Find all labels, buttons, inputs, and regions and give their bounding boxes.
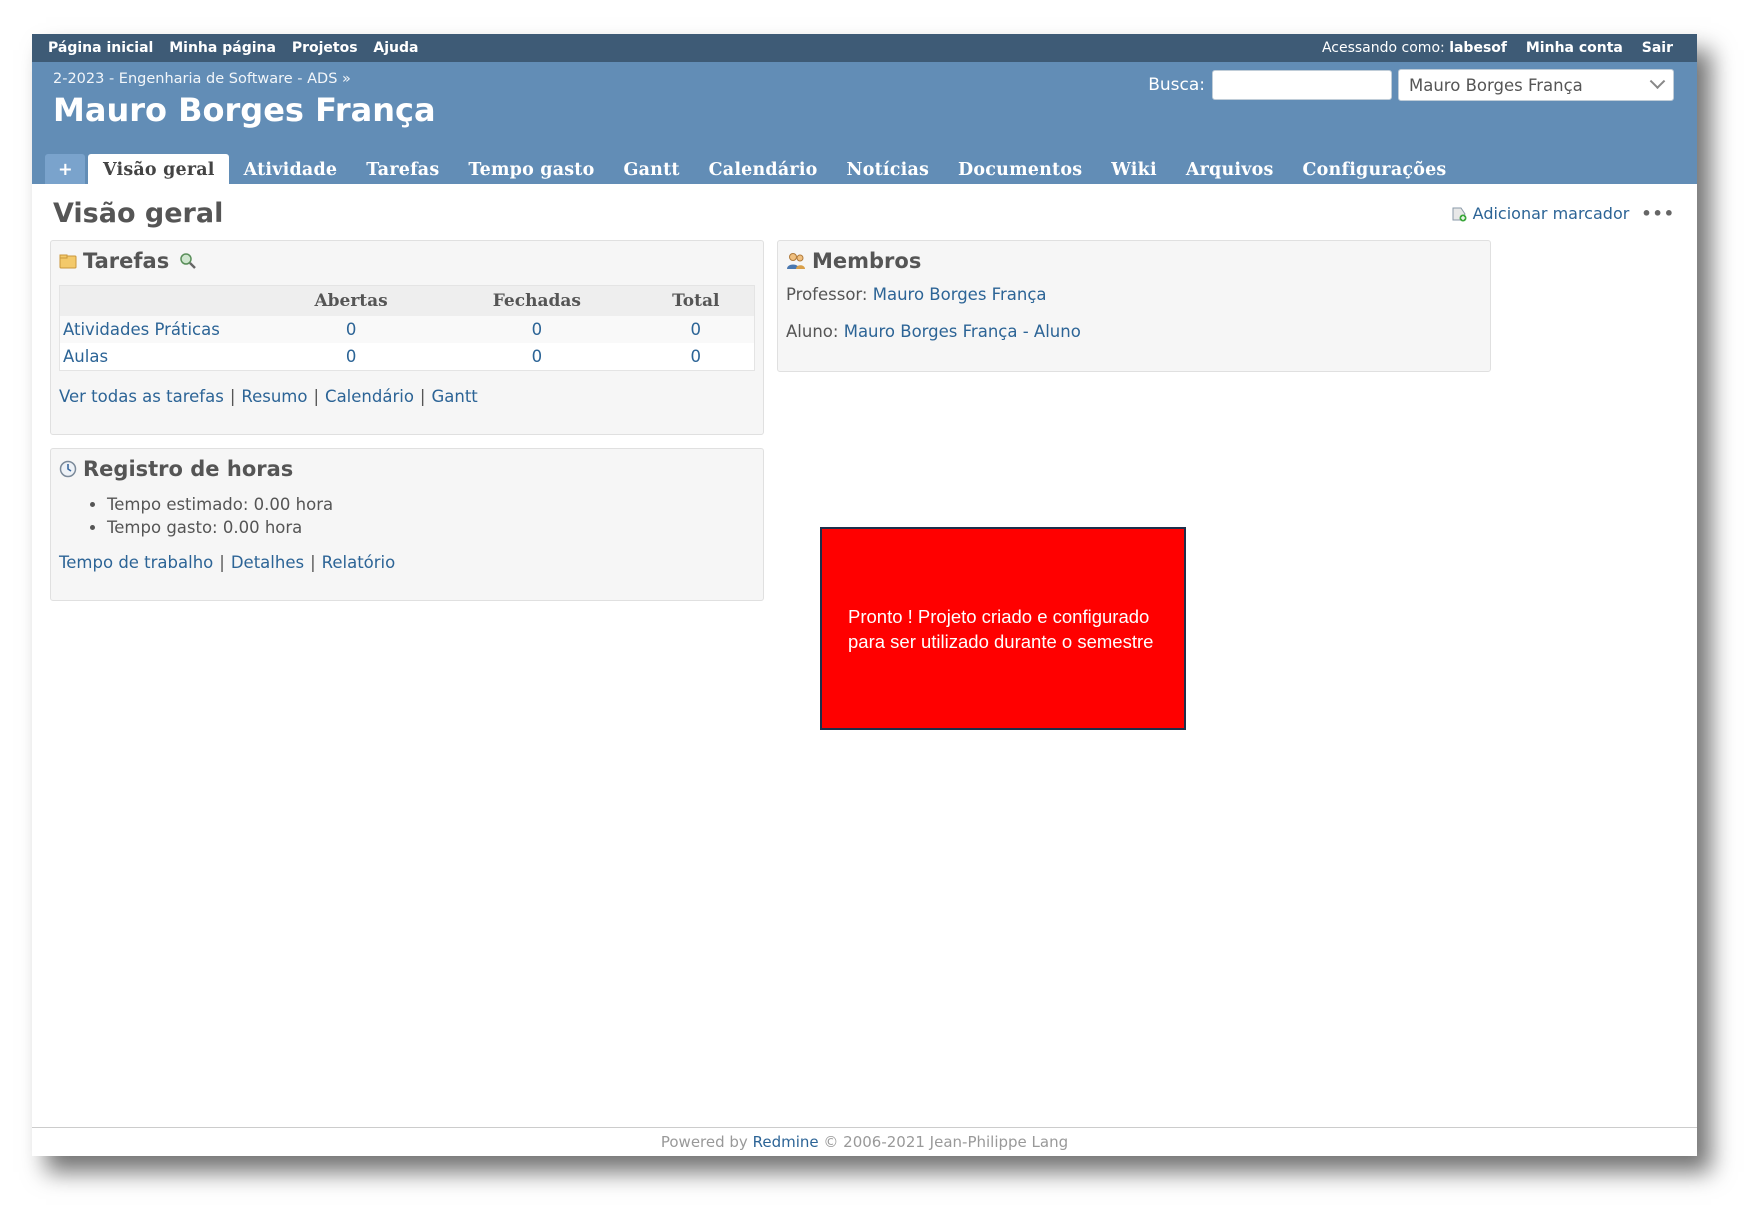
column-header: Fechadas — [436, 285, 638, 316]
tracker-link[interactable]: Aulas — [63, 347, 108, 366]
redmine-link[interactable]: Redmine — [753, 1133, 819, 1151]
project-jump-select[interactable]: Mauro Borges França — [1398, 69, 1674, 101]
members-box: Membros Professor: Mauro Borges França A… — [777, 240, 1491, 372]
open-count-link[interactable]: 0 — [346, 347, 357, 366]
magnifier-icon[interactable] — [179, 252, 197, 270]
more-actions-icon[interactable]: ••• — [1641, 204, 1675, 223]
members-box-title: Membros — [812, 249, 922, 273]
separator: | — [419, 387, 426, 406]
top-link-help[interactable]: Ajuda — [373, 40, 418, 56]
issues-box-title: Tarefas — [83, 249, 170, 273]
sign-out-link[interactable]: Sair — [1642, 40, 1673, 56]
tab-gantt[interactable]: Gantt — [608, 154, 693, 184]
tab-wiki[interactable]: Wiki — [1096, 154, 1171, 184]
time-box-links: Tempo de trabalho | Detalhes | Relatório — [59, 553, 755, 572]
header: 2-2023 - Engenharia de Software - ADS » … — [32, 62, 1697, 184]
search-input[interactable] — [1212, 70, 1392, 100]
column-header: Abertas — [266, 285, 437, 316]
column-header: Total — [637, 285, 755, 316]
details-link[interactable]: Detalhes — [231, 553, 304, 572]
issues-box: Tarefas Abertas Fechadas Total Atividade… — [50, 240, 764, 435]
member-group-aluno: Aluno: Mauro Borges França - Aluno — [786, 322, 1482, 341]
tab-issues[interactable]: Tarefas — [351, 154, 453, 184]
view-all-issues-link[interactable]: Ver todas as tarefas — [59, 387, 224, 406]
footer-powered-by: Powered by — [660, 1133, 748, 1151]
logged-user-link[interactable]: labesof — [1449, 40, 1507, 56]
closed-count-link[interactable]: 0 — [532, 347, 543, 366]
top-link-my-page[interactable]: Minha página — [169, 40, 276, 56]
contextual-actions: Adicionar marcador ••• — [1451, 204, 1675, 223]
issues-box-header: Tarefas — [59, 249, 755, 273]
footer-copyright: © 2006-2021 Jean-Philippe Lang — [823, 1133, 1069, 1151]
tab-activity[interactable]: Atividade — [229, 154, 352, 184]
project-title: Mauro Borges França — [53, 91, 436, 129]
separator: | — [313, 387, 320, 406]
tab-files[interactable]: Arquivos — [1171, 154, 1288, 184]
logged-as: Acessando como: labesof — [1308, 40, 1507, 56]
column-header — [59, 285, 266, 316]
logged-as-label: Acessando como: — [1321, 40, 1445, 56]
member-link[interactable]: Mauro Borges França — [873, 285, 1047, 304]
calendar-link[interactable]: Calendário — [325, 387, 414, 406]
member-link[interactable]: Mauro Borges França - Aluno — [844, 322, 1081, 341]
page-title: Visão geral — [53, 198, 224, 229]
separator: | — [219, 553, 225, 572]
top-menu-links: Página inicial Minha página Projetos Aju… — [48, 40, 430, 56]
tab-settings[interactable]: Configurações — [1288, 154, 1461, 184]
new-object-button[interactable]: + — [45, 154, 85, 184]
top-link-projects[interactable]: Projetos — [292, 40, 358, 56]
table-row: Atividades Práticas 0 0 0 — [59, 316, 755, 343]
tab-overview[interactable]: Visão geral — [88, 154, 229, 184]
members-box-header: Membros — [786, 249, 1482, 273]
top-menu: Página inicial Minha página Projetos Aju… — [32, 34, 1697, 62]
issues-box-links: Ver todas as tarefas | Resumo | Calendário | G… — [59, 387, 755, 406]
tab-time-entries[interactable]: Tempo gasto — [453, 154, 608, 184]
log-time-link[interactable]: Tempo de trabalho — [59, 553, 213, 572]
separator: | — [310, 553, 316, 572]
bookmark-add-icon — [1452, 207, 1467, 221]
total-count-link[interactable]: 0 — [691, 320, 702, 339]
table-row: Aulas 0 0 0 — [60, 343, 755, 371]
browser-window: Página inicial Minha página Projetos Aju… — [32, 34, 1697, 1156]
search-label: Busca: — [1148, 75, 1205, 95]
tab-news[interactable]: Notícias — [832, 154, 944, 184]
main-menu-tabs: + Visão geral Atividade Tarefas Tempo ga… — [45, 154, 1460, 184]
list-item: Tempo estimado: 0.00 hora — [107, 493, 755, 516]
add-bookmark-link[interactable]: Adicionar marcador — [1473, 204, 1630, 223]
chevron-down-icon — [1649, 72, 1666, 89]
footer: Powered by Redmine © 2006-2021 Jean-Phil… — [32, 1127, 1697, 1156]
gantt-link[interactable]: Gantt — [431, 387, 477, 406]
clock-icon — [59, 460, 77, 478]
time-summary-list: Tempo estimado: 0.00 hora Tempo gasto: 0… — [59, 493, 755, 539]
time-tracking-box: Registro de horas Tempo estimado: 0.00 h… — [50, 448, 764, 601]
report-link[interactable]: Relatório — [322, 553, 396, 572]
account-menu: Acessando como: labesof Minha conta Sair — [1308, 40, 1673, 56]
tab-calendar[interactable]: Calendário — [694, 154, 832, 184]
annotation-callout: Pronto ! Projeto criado e configurado pa… — [820, 527, 1186, 730]
separator: | — [229, 387, 236, 406]
open-count-link[interactable]: 0 — [346, 320, 357, 339]
summary-link[interactable]: Resumo — [241, 387, 307, 406]
list-item: Tempo gasto: 0.00 hora — [107, 516, 755, 539]
project-jump-value: Mauro Borges França — [1409, 75, 1583, 95]
issues-summary-table: Abertas Fechadas Total Atividades Prátic… — [59, 285, 755, 371]
my-account-link[interactable]: Minha conta — [1526, 40, 1623, 56]
total-count-link[interactable]: 0 — [691, 347, 702, 366]
issues-folder-icon — [59, 254, 77, 269]
breadcrumb[interactable]: 2-2023 - Engenharia de Software - ADS » — [53, 71, 351, 87]
callout-text: Pronto ! Projeto criado e configurado pa… — [848, 605, 1154, 652]
table-header-row: Abertas Fechadas Total — [59, 285, 755, 316]
time-box-header: Registro de horas — [59, 457, 755, 481]
group-icon — [787, 253, 805, 269]
time-box-title: Registro de horas — [83, 457, 294, 481]
member-group-professor: Professor: Mauro Borges França — [786, 285, 1482, 304]
tracker-link[interactable]: Atividades Práticas — [63, 320, 220, 339]
closed-count-link[interactable]: 0 — [532, 320, 543, 339]
member-role: Professor: — [786, 285, 868, 304]
quick-search: Busca: Mauro Borges França — [1148, 69, 1674, 101]
tab-documents[interactable]: Documentos — [943, 154, 1096, 184]
top-link-home[interactable]: Página inicial — [48, 40, 153, 56]
member-role: Aluno: — [786, 322, 839, 341]
